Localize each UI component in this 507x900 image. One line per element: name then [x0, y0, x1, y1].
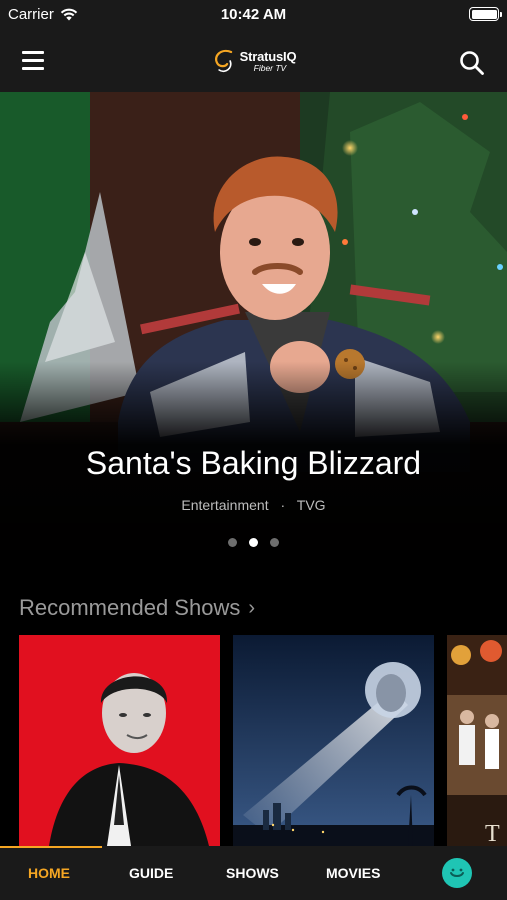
carousel-dot-active[interactable] [249, 538, 258, 547]
hero-rating: TVG [296, 497, 326, 513]
active-tab-indicator [0, 846, 102, 848]
status-bar: Carrier 10:42 AM [0, 0, 507, 30]
logo-subtitle: Fiber TV [253, 62, 287, 73]
carousel-dot[interactable] [270, 538, 279, 547]
chevron-right-icon: › [248, 596, 256, 619]
recommended-shows-header[interactable]: Recommended Shows › [19, 595, 255, 621]
nav-bar: StratusIQ Fiber TV [0, 30, 507, 92]
tab-movies[interactable]: MOVIES [326, 865, 380, 881]
tab-shows[interactable]: SHOWS [226, 865, 279, 881]
show-tile-3[interactable]: T [447, 635, 507, 846]
hero-title[interactable]: Santa's Baking Blizzard [0, 445, 507, 482]
bottom-tab-bar: HOME GUIDE SHOWS MOVIES [0, 846, 507, 900]
meta-separator: · [280, 497, 286, 513]
battery-icon [469, 7, 502, 21]
tab-guide[interactable]: GUIDE [129, 865, 173, 881]
hamburger-menu-icon[interactable] [22, 51, 52, 73]
show-tile-1[interactable] [19, 635, 220, 846]
app-logo: StratusIQ Fiber TV [211, 46, 297, 76]
tile-partial-text: T [485, 821, 500, 846]
logo-name: StratusIQ [239, 48, 297, 64]
show-poster-1 [19, 635, 220, 846]
show-poster-3 [447, 635, 507, 846]
profile-avatar-icon[interactable] [442, 858, 472, 888]
tab-home[interactable]: HOME [28, 865, 70, 881]
hero-carousel[interactable]: Santa's Baking Blizzard Entertainment · … [0, 92, 507, 582]
logo-swirl-icon [214, 49, 232, 73]
hero-meta: Entertainment · TVG [0, 497, 507, 513]
section-title: Recommended Shows [19, 595, 241, 620]
status-time: 10:42 AM [220, 6, 287, 23]
hero-genre: Entertainment [181, 497, 269, 513]
carousel-dots [0, 538, 507, 547]
carousel-dot[interactable] [228, 538, 237, 547]
search-icon[interactable] [459, 50, 485, 76]
show-poster-2 [233, 635, 434, 846]
recommended-rail[interactable]: T [19, 635, 507, 846]
show-tile-2[interactable] [233, 635, 434, 846]
